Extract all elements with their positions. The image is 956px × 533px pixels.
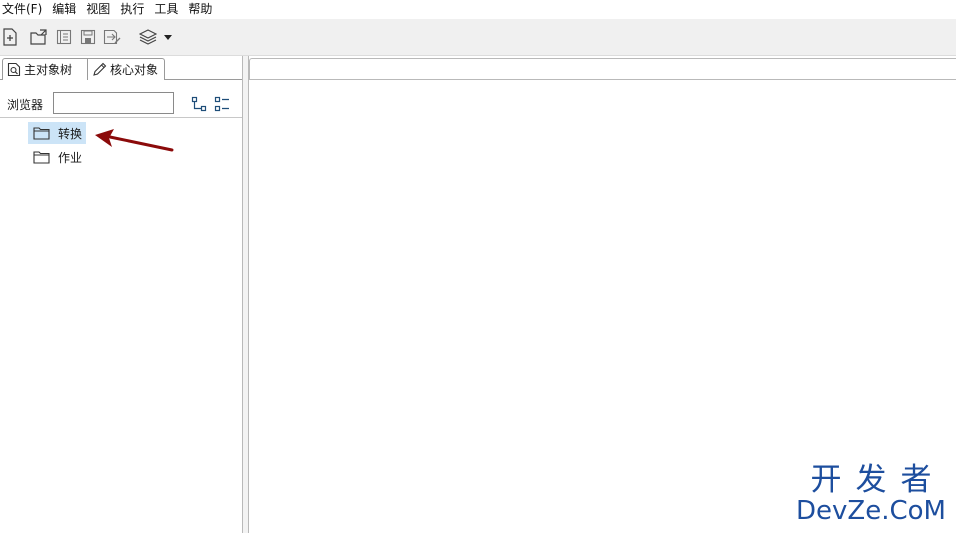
- tree-item-jobs[interactable]: 作业: [28, 146, 86, 168]
- open-button[interactable]: [29, 27, 49, 47]
- watermark-en: DevZe.CoM: [796, 496, 946, 526]
- layers-icon: [139, 29, 157, 45]
- menu-help[interactable]: 帮助: [184, 0, 218, 19]
- open-folder-icon: [30, 29, 47, 45]
- tree-item-label: 转换: [58, 126, 83, 141]
- watermark-cn: 开发者: [810, 462, 946, 498]
- dropdown-arrow-icon: [164, 35, 172, 40]
- browser-label: 浏览器: [7, 98, 44, 112]
- menu-edit[interactable]: 编辑: [48, 0, 82, 19]
- layers-dropdown-button[interactable]: [161, 27, 175, 47]
- layers-button[interactable]: [138, 27, 158, 47]
- browser-filter-row: 浏览器: [0, 88, 242, 118]
- menu-bar: 文件(F) 编辑 视图 执行 工具 帮助: [0, 0, 956, 19]
- new-file-icon: [3, 28, 17, 46]
- left-panel: 主对象树 核心对象 浏览器 转换 作业: [0, 56, 243, 533]
- tab-main-object-tree[interactable]: 主对象树: [2, 58, 88, 80]
- search-page-icon: [7, 62, 21, 77]
- watermark: 开发者 DevZe.CoM: [796, 463, 946, 525]
- explore-repository-button[interactable]: [54, 27, 74, 47]
- tab-core-objects[interactable]: 核心对象: [88, 58, 165, 80]
- tree-item-transformations[interactable]: 转换: [28, 122, 87, 144]
- menu-view[interactable]: 视图: [82, 0, 116, 19]
- save-as-button[interactable]: [102, 27, 122, 47]
- collapse-all-icon[interactable]: [191, 96, 207, 112]
- pencil-icon: [93, 62, 107, 76]
- tree-item-label: 作业: [58, 150, 83, 165]
- explore-repository-icon: [56, 29, 72, 45]
- toolbar: [0, 19, 956, 56]
- tab-main-object-tree-label: 主对象树: [24, 63, 73, 77]
- menu-file[interactable]: 文件(F): [0, 0, 48, 19]
- menu-tools[interactable]: 工具: [150, 0, 184, 19]
- menu-run[interactable]: 执行: [116, 0, 150, 19]
- save-as-icon: [103, 29, 121, 45]
- tab-core-objects-label: 核心对象: [110, 63, 159, 77]
- expand-all-icon[interactable]: [214, 96, 230, 112]
- save-button[interactable]: [78, 27, 98, 47]
- annotation-arrow-icon: [95, 129, 174, 152]
- folder-icon: [33, 151, 50, 164]
- save-icon: [80, 29, 96, 45]
- workspace-tabstrip: [249, 58, 956, 80]
- folder-icon: [33, 127, 50, 140]
- browser-search-input[interactable]: [53, 92, 174, 114]
- left-panel-tabs: 主对象树 核心对象: [0, 58, 242, 80]
- new-file-button[interactable]: [0, 27, 20, 47]
